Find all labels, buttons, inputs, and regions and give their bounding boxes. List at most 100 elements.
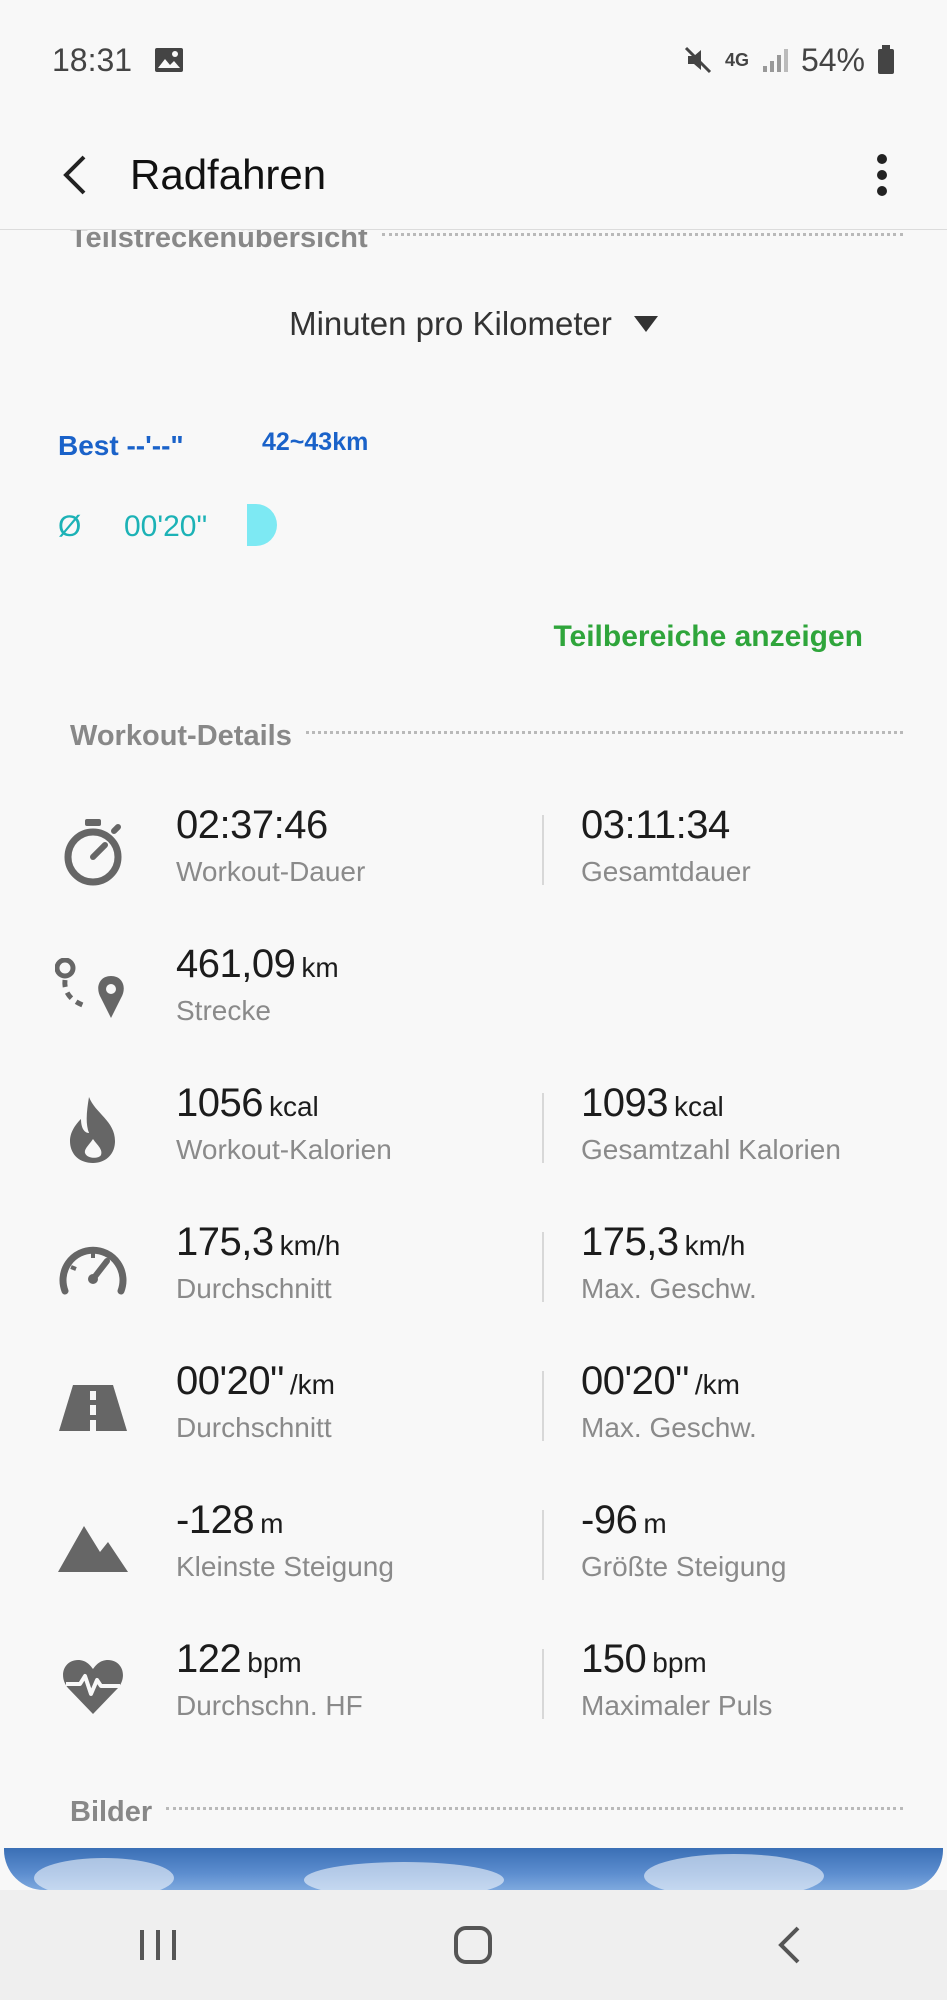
detail-row-heart-rate: 122 bpm Durchschn. HF 150 bpm Maximaler Puls	[0, 1629, 947, 1767]
metric-value: 00'20"	[581, 1359, 689, 1403]
workout-duration: 02:37:46 Workout-Dauer	[176, 803, 365, 888]
metric-unit: bpm	[247, 1647, 302, 1678]
stopwatch-icon	[54, 813, 132, 891]
workout-photo[interactable]	[4, 1848, 943, 1890]
max-pace: 00'20"/km Max. Geschw.	[581, 1359, 757, 1444]
unit-dropdown-label: Minuten pro Kilometer	[289, 305, 612, 342]
battery-percent: 54%	[800, 41, 865, 78]
metric-label: Workout-Kalorien	[176, 1134, 392, 1165]
metric-label: Maximaler Puls	[581, 1690, 773, 1721]
metric-label: Durchschnitt	[176, 1412, 332, 1443]
section-title: Workout-Details	[70, 720, 292, 752]
metric-label: Max. Geschw.	[581, 1273, 757, 1304]
home-icon	[454, 1926, 493, 1964]
metric-label: Größte Steigung	[581, 1551, 787, 1582]
metric-unit: kcal	[673, 1091, 724, 1122]
dropdown-triangle-icon	[633, 316, 658, 332]
detail-row-elevation: -128 m Kleinste Steigung -96 m Größte Steigu…	[0, 1490, 947, 1628]
metric-value: 175,3	[581, 1220, 679, 1264]
route-icon	[54, 952, 132, 1030]
gallery-icon	[154, 47, 184, 73]
best-split-range: 42~43km	[262, 428, 369, 456]
min-elevation: -128 m Kleinste Steigung	[176, 1498, 394, 1583]
back-arrow-icon	[63, 155, 86, 194]
metric-unit: /km	[694, 1369, 740, 1400]
metric-label: Durchschnitt	[176, 1273, 332, 1304]
system-nav-bar	[0, 1890, 947, 2000]
metric-value: 1093	[581, 1081, 668, 1125]
metric-label: Max. Geschw.	[581, 1412, 757, 1443]
workout-calories: 1056 kcal Workout-Kalorien	[176, 1081, 392, 1166]
section-title: Bilder	[70, 1796, 153, 1828]
page-title: Radfahren	[130, 150, 327, 198]
metric-unit: kcal	[268, 1091, 319, 1122]
detail-row-calories: 1056 kcal Workout-Kalorien 1093 kcal Gesamtz…	[0, 1073, 947, 1211]
column-divider	[542, 1232, 544, 1302]
metric-unit: bpm	[652, 1647, 707, 1678]
mute-icon	[683, 45, 713, 75]
metric-unit: km	[301, 952, 339, 983]
average-split-value: 00'20"	[124, 510, 208, 543]
speedometer-icon	[54, 1230, 132, 1308]
metric-value: 00'20"	[176, 1359, 284, 1403]
recent-apps-button[interactable]	[98, 1895, 218, 1995]
column-divider	[542, 1649, 544, 1719]
metric-value: 02:37:46	[176, 803, 328, 847]
metric-unit: km/h	[279, 1230, 341, 1261]
total-calories: 1093 kcal Gesamtzahl Kalorien	[581, 1081, 841, 1166]
unit-dropdown[interactable]: Minuten pro Kilometer	[0, 305, 947, 343]
column-divider	[542, 1510, 544, 1580]
metric-label: Strecke	[176, 995, 271, 1026]
cloud	[304, 1862, 504, 1890]
status-time: 18:31	[52, 41, 133, 78]
pictures-header: Bilder	[70, 1796, 903, 1829]
metric-label: Kleinste Steigung	[176, 1551, 394, 1582]
home-button[interactable]	[413, 1895, 533, 1995]
divider	[166, 1807, 903, 1810]
status-bar: 18:31 4G 54%	[0, 0, 947, 120]
recents-icon	[139, 1930, 176, 1960]
column-divider	[542, 1371, 544, 1441]
more-vert-icon	[877, 153, 887, 196]
metric-unit: km/h	[684, 1230, 746, 1261]
metric-value: 150	[581, 1637, 647, 1681]
metric-label: Gesamtdauer	[581, 856, 751, 887]
average-heart-rate: 122 bpm Durchschn. HF	[176, 1637, 363, 1722]
metric-unit: m	[643, 1508, 667, 1539]
workout-details-header: Workout-Details	[70, 720, 903, 753]
metric-value: 461,09	[176, 942, 296, 986]
metric-value: 03:11:34	[581, 803, 730, 847]
detail-row-speed: 175,3 km/h Durchschnitt 175,3 km/h Max. Gesc…	[0, 1212, 947, 1350]
back-button[interactable]	[20, 120, 130, 230]
average-speed: 175,3 km/h Durchschnitt	[176, 1220, 340, 1305]
divider	[381, 233, 903, 236]
divider	[305, 731, 903, 734]
detail-row-pace: 00'20"/km Durchschnitt 00'20"/km Max. Gesc…	[0, 1351, 947, 1489]
metric-value: -128	[176, 1498, 255, 1542]
metric-unit: /km	[289, 1369, 335, 1400]
system-back-button[interactable]	[729, 1895, 849, 1995]
network-4g-icon: 4G	[724, 49, 749, 70]
battery-icon	[877, 45, 895, 75]
average-symbol: Ø	[58, 510, 82, 543]
column-divider	[542, 815, 544, 885]
metric-label: Workout-Dauer	[176, 856, 366, 887]
metric-label: Gesamtzahl Kalorien	[581, 1134, 841, 1165]
detail-row-duration: 02:37:46 Workout-Dauer 03:11:34 Gesamtdaue…	[0, 795, 947, 933]
show-segments-link[interactable]: Teilbereiche anzeigen	[553, 620, 863, 654]
metric-value: 1056	[176, 1081, 263, 1125]
signal-icon	[761, 46, 789, 74]
heart-rate-icon	[54, 1647, 132, 1725]
metric-value: -96	[581, 1498, 638, 1542]
cloud	[34, 1858, 174, 1890]
more-options-button[interactable]	[857, 130, 907, 220]
metric-unit: m	[260, 1508, 284, 1539]
max-speed: 175,3 km/h Max. Geschw.	[581, 1220, 757, 1305]
distance: 461,09 km Strecke	[176, 942, 339, 1027]
max-heart-rate: 150 bpm Maximaler Puls	[581, 1637, 772, 1722]
metric-value: 122	[176, 1637, 242, 1681]
cloud	[644, 1854, 824, 1890]
max-elevation: -96 m Größte Steigung	[581, 1498, 786, 1583]
column-divider	[542, 1093, 544, 1163]
road-icon	[54, 1369, 132, 1447]
